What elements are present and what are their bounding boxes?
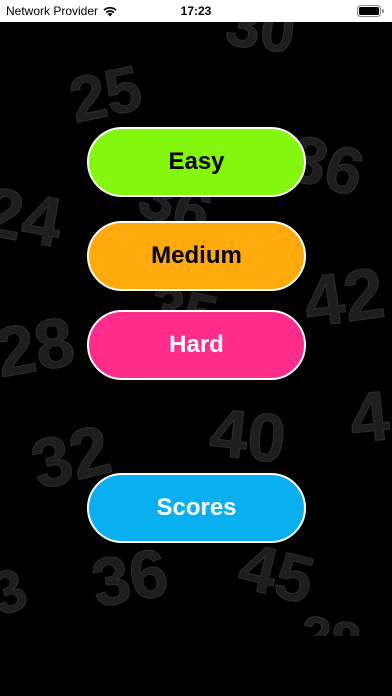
main-menu: Easy Medium Hard Scores — [0, 0, 392, 696]
scores-button[interactable]: Scores — [87, 473, 306, 543]
status-bar: Network Provider 17:23 — [0, 0, 392, 22]
app-screen: Network Provider 17:23 30 25 36 24 36 42… — [0, 0, 392, 696]
battery-icon — [357, 5, 384, 17]
hard-button[interactable]: Hard — [87, 310, 306, 380]
easy-button[interactable]: Easy — [87, 127, 306, 197]
status-time: 17:23 — [180, 4, 212, 18]
medium-button[interactable]: Medium — [87, 221, 306, 291]
